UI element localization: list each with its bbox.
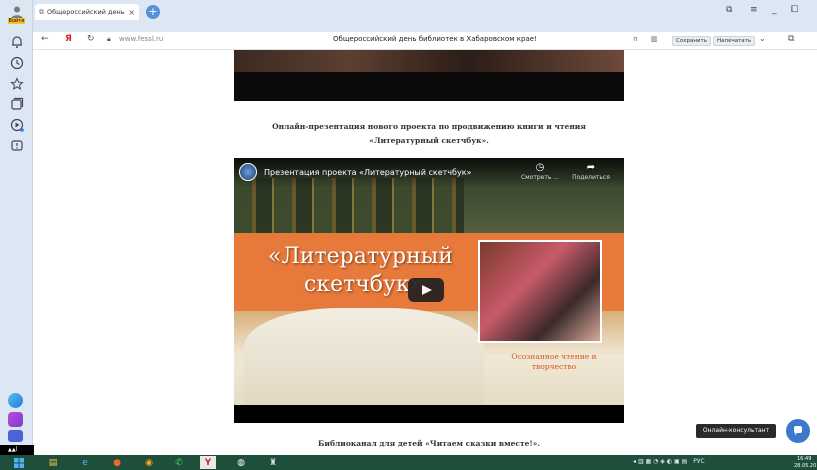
collections-icon xyxy=(10,97,23,110)
video-caption: Онлайн-презентация нового проекта по про… xyxy=(234,120,624,148)
thumb-subtitle: Осознанное чтение и творчество xyxy=(511,352,597,371)
tray-icon[interactable]: ◈ xyxy=(660,458,665,465)
page-content: Онлайн-презентация нового проекта по про… xyxy=(34,50,817,455)
chrome-icon[interactable]: ◉ xyxy=(142,456,156,469)
caption-line-2: «Литературный скетчбук». xyxy=(369,136,489,145)
next-caption: Библиоканал для детей «Читаем сказки вме… xyxy=(318,439,540,448)
students-photo xyxy=(478,240,602,343)
app-icon-2[interactable]: ♜ xyxy=(266,456,280,469)
app-icon[interactable] xyxy=(8,430,23,442)
taskbar: ▤ e ● ◉ ✆ Y ◍ ♜ ◂︎ ▥ ▦ ◔ ◈ ◐ ▣ ▤ РУС 16:… xyxy=(0,455,817,470)
watch-later-button[interactable]: ◷ Смотреть ... xyxy=(519,162,561,181)
headphones-icon[interactable]: ∩ xyxy=(633,35,638,43)
reader-icon[interactable]: ▥ xyxy=(651,35,658,43)
tray-icon[interactable]: ▣ xyxy=(674,458,680,465)
play-button[interactable] xyxy=(408,278,444,302)
chevron-down-icon[interactable]: ⌄ xyxy=(759,34,766,43)
play-circle-icon xyxy=(10,118,24,132)
video-title[interactable]: Презентация проекта «Литературный скетчб… xyxy=(264,168,471,177)
thumb-title-line-1: «Литературный xyxy=(268,244,453,269)
app-icon[interactable]: ◍ xyxy=(234,456,248,469)
clock-date[interactable]: 28.05.20 xyxy=(794,463,816,469)
tab-title: Общероссийский день xyxy=(47,8,125,16)
bookmarks-button[interactable] xyxy=(7,74,26,93)
tray-icon[interactable]: ▦ xyxy=(646,458,652,465)
ie-icon[interactable]: e xyxy=(78,456,92,469)
media-icon[interactable]: ● xyxy=(110,456,124,469)
tab-bar: ⧉ Общероссийский день × + ⧉ ≡ _ ⧠ xyxy=(33,0,817,32)
alice-icon[interactable] xyxy=(8,393,23,408)
yandex-icon[interactable]: Y xyxy=(200,456,216,469)
video-thumbnail-strip xyxy=(234,50,624,72)
tray-icon[interactable]: ▤ xyxy=(682,458,688,465)
chat-icon xyxy=(10,139,23,151)
reload-icon[interactable]: ↻ xyxy=(87,34,95,44)
notifications-button[interactable] xyxy=(7,32,26,51)
channel-avatar[interactable] xyxy=(239,163,257,181)
tab-manager-icon[interactable]: ⧉ xyxy=(726,5,732,15)
system-tray: ◂︎ ▥ ▦ ◔ ◈ ◐ ▣ ▤ РУС xyxy=(633,458,705,465)
clock-time[interactable]: 16:49 xyxy=(797,456,811,462)
login-label: Войти xyxy=(7,17,26,24)
whatsapp-icon[interactable]: ✆ xyxy=(172,456,186,469)
zen-button[interactable] xyxy=(7,115,26,134)
minimize-icon[interactable]: _ xyxy=(772,5,777,15)
lock-icon: 🔒︎ xyxy=(107,35,111,43)
url-text[interactable]: www.fessl.ru xyxy=(119,35,163,43)
thumb-title-line-2: скетчбук» xyxy=(304,272,424,297)
print-button[interactable]: Напечатать xyxy=(713,36,756,46)
network-icon[interactable]: ▥ xyxy=(638,458,644,465)
clock-icon: ◷ xyxy=(535,162,545,173)
open-book-image xyxy=(244,308,484,405)
previous-video-bottom[interactable] xyxy=(234,50,624,101)
windows-icon[interactable] xyxy=(12,456,26,469)
share-arrow-icon: ➦ xyxy=(586,162,596,173)
restore-icon[interactable]: ⧠ xyxy=(791,5,798,15)
clock-icon xyxy=(10,56,23,69)
consultant-tooltip: Онлайн-консультант xyxy=(696,424,776,438)
bell-icon xyxy=(11,35,22,48)
user-icon xyxy=(10,6,23,19)
caption-line-1: Онлайн-презентация нового проекта по про… xyxy=(272,122,586,131)
tray-icon[interactable]: ◐ xyxy=(667,458,672,465)
watch-later-label: Смотреть ... xyxy=(520,174,560,181)
collections-button[interactable] xyxy=(7,94,26,113)
chat-bubble-icon xyxy=(794,426,802,435)
volume-icon[interactable]: ◂︎ xyxy=(633,458,636,465)
share-label: Поделиться xyxy=(572,174,610,181)
star-icon xyxy=(9,76,24,90)
language-indicator[interactable]: РУС xyxy=(693,458,704,465)
consultant-button[interactable] xyxy=(786,419,810,443)
sidebar: Войти xyxy=(0,0,33,455)
tray-icon[interactable]: ◔ xyxy=(653,458,658,465)
history-button[interactable] xyxy=(7,53,26,72)
translate-icon[interactable]: ⧉ xyxy=(788,34,794,44)
music-icon[interactable] xyxy=(8,412,23,427)
new-tab-button[interactable]: + xyxy=(146,5,160,19)
share-button[interactable]: ➦ Поделиться xyxy=(568,162,614,181)
menu-icon[interactable]: ≡ xyxy=(750,5,758,15)
save-button[interactable]: Сохранить xyxy=(672,36,711,46)
browser-tab[interactable]: ⧉ Общероссийский день × xyxy=(35,4,139,20)
page-title: Общероссийский день библиотек в Хабаровс… xyxy=(333,35,537,43)
back-icon[interactable]: ← xyxy=(41,34,49,44)
folder-icon[interactable]: ▤ xyxy=(46,456,60,469)
youtube-embed[interactable]: «Литературный скетчбук» Осознанное чтени… xyxy=(234,158,624,423)
tab-close-icon[interactable]: × xyxy=(128,8,135,17)
messenger-button[interactable] xyxy=(7,136,26,155)
login-button[interactable]: Войти xyxy=(4,2,29,26)
video-top-bar: Презентация проекта «Литературный скетчб… xyxy=(234,158,624,188)
tab-favicon-icon: ⧉ xyxy=(39,7,44,16)
address-bar-row: ← Я ↻ 🔒︎ www.fessl.ru Общероссийский ден… xyxy=(33,32,817,50)
yandex-logo-icon[interactable]: Я xyxy=(65,34,72,44)
screen: ⧉ Общероссийский день × + ⧉ ≡ _ ⧠ ← Я ↻ … xyxy=(0,0,817,470)
